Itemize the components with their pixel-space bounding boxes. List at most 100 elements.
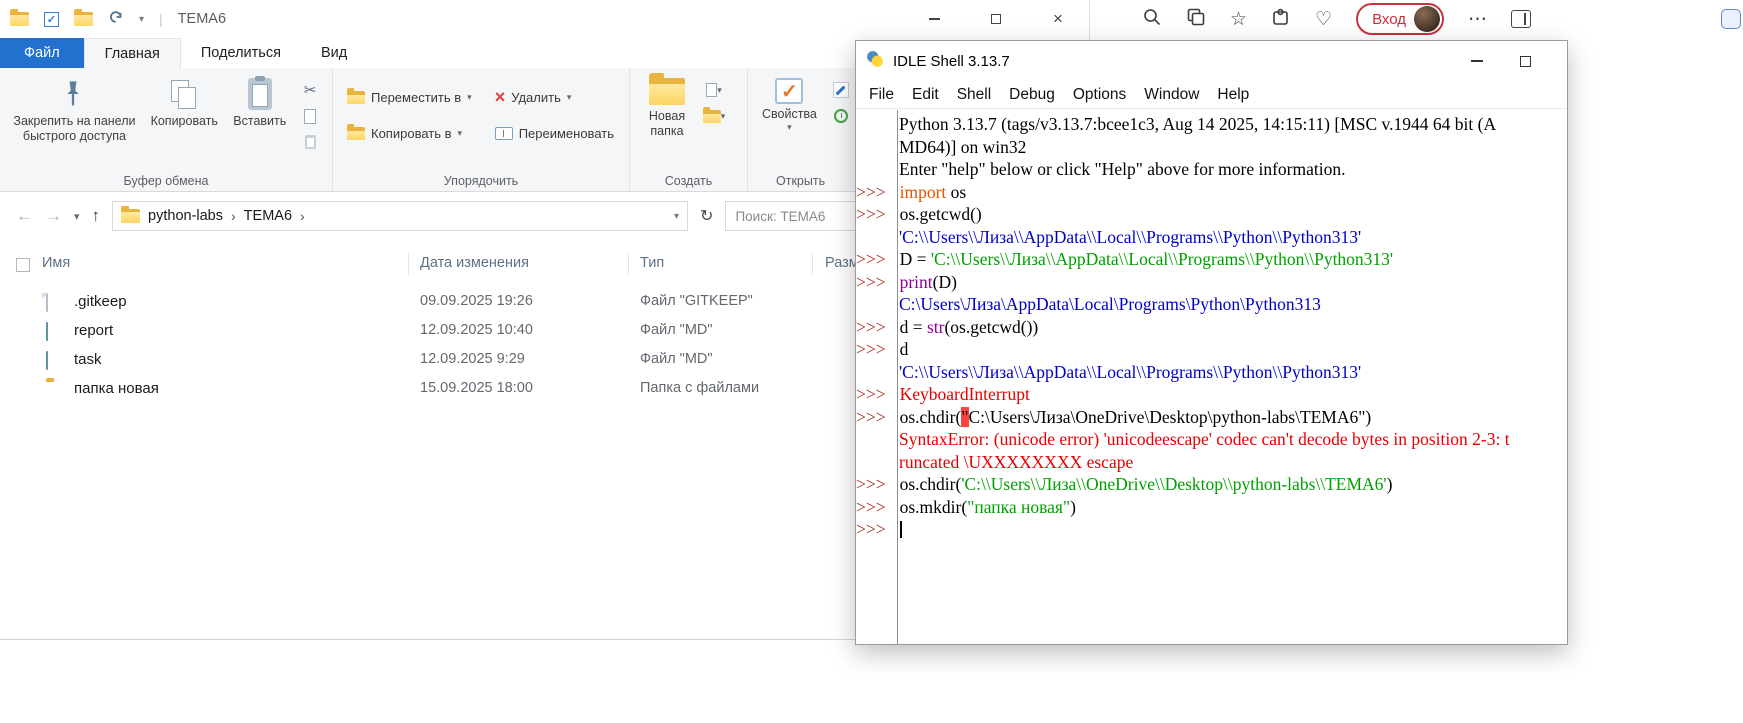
shell-line: 'C:\\Users\\Лиза\\AppData\\Local\\Progra… [856,361,1567,384]
signin-button[interactable]: Вход [1356,3,1444,35]
copy-path-button[interactable] [298,106,322,126]
customize-toolbar-caret-icon[interactable]: ▾ [139,14,144,25]
redo-icon[interactable] [108,9,124,30]
properties-label: Свойства [762,107,817,122]
cut-button[interactable]: ✂ [298,80,322,100]
rename-button[interactable]: Переименовать [495,120,615,146]
browser-essentials-icon[interactable]: ♡ [1315,10,1332,29]
shell-line-text: D = 'C:\\Users\\Лиза\\AppData\\Local\\Pr… [892,248,1393,271]
ribbon-group-new: Новая папка ▾ ▾ Создать [630,68,748,191]
more-options-icon[interactable]: ⋯ [1468,10,1487,29]
refresh-icon[interactable]: ↻ [700,206,713,226]
edit-button[interactable] [829,80,853,100]
minimize-button[interactable] [903,0,965,38]
shell-line-text: os.mkdir("папка новая") [892,496,1076,519]
file-date: 12.09.2025 10:40 [420,322,533,338]
collections-icon[interactable] [1186,7,1206,32]
recent-locations-caret-icon[interactable]: ▾ [74,210,80,223]
rename-label: Переименовать [519,126,614,141]
tab-home[interactable]: Главная [84,38,181,68]
column-divider[interactable] [628,253,629,275]
delete-button[interactable]: × Удалить ▾ [495,84,615,110]
menu-edit[interactable]: Edit [903,86,948,104]
menu-options[interactable]: Options [1064,86,1135,104]
address-caret-icon[interactable]: ▾ [674,211,679,222]
paste-button[interactable]: Вставить [226,74,294,133]
history-button[interactable] [829,106,853,126]
move-to-button[interactable]: Переместить в ▾ [347,84,473,110]
menu-shell[interactable]: Shell [948,86,1000,104]
idle-window: IDLE Shell 3.13.7 FileEditShellDebugOpti… [855,40,1568,645]
shell-gutter [856,136,891,159]
maximize-button[interactable] [965,0,1027,38]
check-icon: ✓ [781,79,798,104]
column-header-name[interactable]: Имя [42,255,70,271]
properties-quick-icon[interactable]: ✓ [44,12,59,27]
close-button[interactable]: × [1027,0,1089,38]
menu-debug[interactable]: Debug [1000,86,1064,104]
group-label-clipboard: Буфер обмена [0,174,332,188]
shell-prompt: >>> [856,271,892,294]
file-name: папка новая [74,380,159,397]
pin-to-quick-access-button[interactable]: Закрепить на панели быстрого доступа [6,74,143,148]
shell-line: >>>os.chdir('C:\\Users\\Лиза\\OneDrive\\… [856,473,1567,496]
location-folder-icon [121,209,140,223]
paste-shortcut-button[interactable] [298,132,322,152]
shell-line-text: Enter "help" below or click "Help" above… [891,158,1346,181]
favorites-star-icon[interactable]: ☆ [1230,10,1247,29]
shell-line-text: d = str(os.getcwd()) [892,316,1039,339]
pin-label-line2: быстрого доступа [23,129,126,144]
delete-caret-icon: ▾ [567,92,572,103]
forward-icon[interactable]: → [45,206,62,226]
search-icon[interactable] [1142,7,1162,32]
shell-line: >>>os.mkdir("папка новая") [856,496,1567,519]
shell-gutter [856,158,891,181]
shell-line-text: Python 3.13.7 (tags/v3.13.7:bcee1c3, Aug… [891,113,1496,136]
shell[interactable]: Python 3.13.7 (tags/v3.13.7:bcee1c3, Aug… [856,110,1567,644]
copy-button[interactable]: Копировать [143,74,226,133]
breadcrumb-segment[interactable]: ТЕМА6 [244,208,292,224]
copy-to-button[interactable]: Копировать в ▾ [347,120,473,146]
easy-access-button[interactable]: ▾ [702,106,726,126]
column-header-type[interactable]: Тип [640,255,664,271]
md-icon [46,351,48,370]
file-name: task [74,351,102,368]
shell-line-text: print(D) [892,271,957,294]
menu-window[interactable]: Window [1135,86,1208,104]
address-box[interactable]: python-labs › ТЕМА6 › ▾ [112,201,688,231]
shell-line: >>>os.getcwd() [856,203,1567,226]
column-divider[interactable] [408,253,409,275]
new-folder-button[interactable]: Новая папка [636,74,698,143]
paste-label: Вставить [233,114,286,129]
profile-avatar[interactable] [1414,6,1440,32]
clipboard-small-buttons: ✂ [294,74,326,158]
column-divider[interactable] [812,253,813,275]
back-icon[interactable]: ← [16,206,33,226]
file-date: 12.09.2025 9:29 [420,351,525,367]
title-separator: | [159,11,163,27]
properties-icon: ✓ [775,78,803,104]
properties-button[interactable]: ✓ Свойства ▾ [754,74,825,137]
new-folder-quick-icon[interactable] [74,12,93,26]
menu-help[interactable]: Help [1208,86,1258,104]
sidebar-toggle-icon[interactable] [1721,9,1741,29]
edit-icon [833,82,849,98]
extensions-icon[interactable] [1271,7,1291,32]
tab-view[interactable]: Вид [301,38,367,68]
idle-minimize-button[interactable] [1453,41,1501,81]
tab-share[interactable]: Поделиться [181,38,301,68]
new-item-button[interactable]: ▾ [702,80,726,100]
column-header-date[interactable]: Дата изменения [420,255,529,271]
idle-maximize-button[interactable] [1501,41,1549,81]
move-to-icon [347,91,365,104]
select-all-checkbox[interactable] [16,258,30,272]
chevron-right-icon[interactable]: › [231,208,236,224]
up-icon[interactable]: ↑ [92,206,101,226]
tab-file[interactable]: Файл [0,38,84,68]
idle-menubar: FileEditShellDebugOptionsWindowHelp [856,81,1567,109]
sidebar-icon[interactable] [1511,10,1531,28]
menu-file[interactable]: File [860,86,903,104]
ribbon-group-clipboard: Закрепить на панели быстрого доступа Коп… [0,68,333,191]
chevron-right-icon[interactable]: › [300,208,305,224]
breadcrumb-segment[interactable]: python-labs [148,208,223,224]
